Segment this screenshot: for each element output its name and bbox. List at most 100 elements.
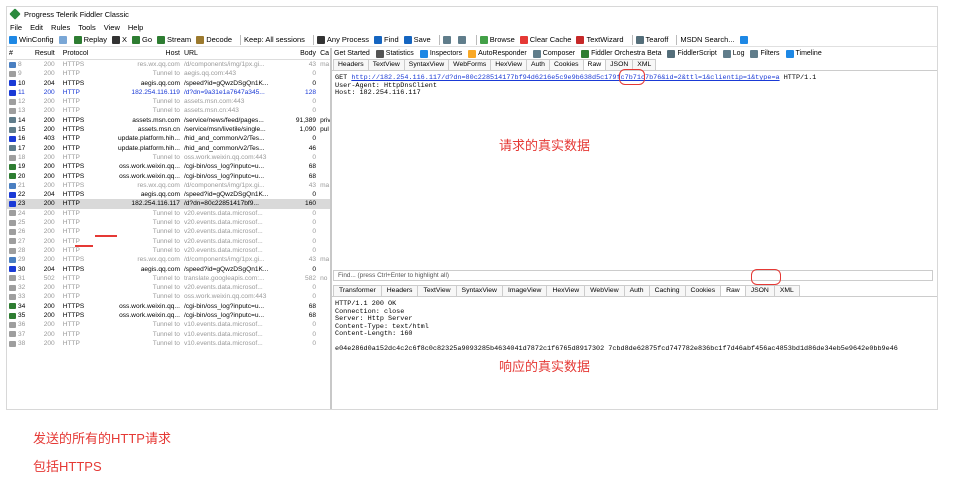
tab-timeline[interactable]: Timeline <box>785 49 822 58</box>
session-row[interactable]: 14 200 HTTPS assets.msn.com/service/news/fe… <box>7 116 330 125</box>
column-header-protocol[interactable]: Protocol <box>57 50 91 57</box>
column-header-url[interactable]: URL <box>182 50 286 57</box>
session-row[interactable]: 26 200 HTTP Tunnel to v20.events.data.micros… <box>7 227 330 236</box>
session-row[interactable]: 31 502 HTTP Tunnel to translate.googleapis.c… <box>7 274 330 283</box>
column-header-host[interactable]: Host <box>91 50 182 57</box>
session-row[interactable]: 35 200 HTTPS oss.work.weixin.qq.../cgi-bin/… <box>7 311 330 320</box>
tab-get-started[interactable]: Get Started <box>334 50 370 57</box>
menu-edit[interactable]: Edit <box>30 23 43 32</box>
toolbar-go-button[interactable]: Go <box>131 35 152 44</box>
toolbar-tearoff-button[interactable]: Tearoff <box>635 35 668 44</box>
column-header-id[interactable]: # <box>7 50 31 57</box>
toolbar-comment-button[interactable] <box>58 35 69 44</box>
toolbar-textwizard-button[interactable]: TextWizard <box>576 35 624 44</box>
session-row[interactable]: 38 200 HTTP Tunnel to v10.events.data.micros… <box>7 339 330 348</box>
response-tab-json[interactable]: JSON <box>744 285 775 296</box>
column-header-ca[interactable]: Ca <box>318 50 330 57</box>
request-tab-cookies[interactable]: Cookies <box>548 59 584 70</box>
menu-tools[interactable]: Tools <box>78 23 96 32</box>
response-tab-textview[interactable]: TextView <box>417 285 457 296</box>
response-tab-hexview[interactable]: HexView <box>546 285 586 296</box>
session-row[interactable]: 36 200 HTTP Tunnel to v10.events.data.micros… <box>7 320 330 329</box>
find-input[interactable]: Find... (press Ctrl+Enter to highlight a… <box>333 270 933 281</box>
session-body-cell: 160 <box>305 200 317 208</box>
request-tab-headers[interactable]: Headers <box>333 59 369 70</box>
tab-inspectors[interactable]: Inspectors <box>419 49 462 58</box>
request-tab-raw[interactable]: Raw <box>582 59 607 70</box>
column-header-body[interactable]: Body <box>286 50 318 57</box>
session-row[interactable]: 17 200 HTTP update.platform.hih.../hid_and_… <box>7 144 330 153</box>
toolbar-msdn-search-button[interactable]: MSDN Search... <box>680 35 734 44</box>
tab-autoresponder[interactable]: AutoResponder <box>468 49 527 58</box>
session-row[interactable]: 37 200 HTTP Tunnel to v10.events.data.micros… <box>7 330 330 339</box>
session-row[interactable]: 12 200 HTTP Tunnel to assets.msn.com:443 0 <box>7 97 330 106</box>
session-row[interactable]: 34 200 HTTPS oss.work.weixin.qq.../cgi-bin/… <box>7 302 330 311</box>
request-tab-auth[interactable]: Auth <box>525 59 550 70</box>
response-raw-view[interactable]: HTTP/1.1 200 OK Connection: close Server… <box>332 299 937 356</box>
response-tab-syntaxview[interactable]: SyntaxView <box>455 285 503 296</box>
toolbar-browse-button[interactable]: Browse <box>479 35 515 44</box>
session-row[interactable]: 19 200 HTTPS oss.work.weixin.qq.../cgi-bin/… <box>7 162 330 171</box>
session-row[interactable]: 10 204 HTTPS aegis.qq.com/speed?id=gQwzDSgQ… <box>7 79 330 88</box>
toolbar-timer-button[interactable] <box>457 35 468 44</box>
toolbar-clear-cache-button[interactable]: Clear Cache <box>519 35 571 44</box>
session-row[interactable]: 21 200 HTTPS res.wx.qq.com/d/components/img… <box>7 181 330 190</box>
toolbar-stream-button[interactable]: Stream <box>157 35 191 44</box>
tab-fiddler-orchestra-beta[interactable]: Fiddler Orchestra Beta <box>581 49 661 58</box>
session-row[interactable]: 24 200 HTTP Tunnel to v20.events.data.micros… <box>7 209 330 218</box>
script-icon <box>9 312 16 319</box>
request-tab-textview[interactable]: TextView <box>367 59 405 70</box>
response-tab-transformer[interactable]: Transformer <box>333 285 382 296</box>
response-tab-auth[interactable]: Auth <box>623 285 650 296</box>
session-row[interactable]: 22 204 HTTPS aegis.qq.com/speed?id=gQwzDSgQ… <box>7 190 330 199</box>
session-row[interactable]: 13 200 HTTP Tunnel to assets.msn.cn:443 0 <box>7 106 330 115</box>
session-row[interactable]: 23 200 HTTP 182.254.116.117/d?dn=80c2285141… <box>7 199 330 209</box>
response-tab-headers[interactable]: Headers <box>380 285 419 296</box>
request-tab-webforms[interactable]: WebForms <box>448 59 492 70</box>
tab-composer[interactable]: Composer <box>532 49 575 58</box>
session-row[interactable]: 20 200 HTTPS oss.work.weixin.qq.../cgi-bin/… <box>7 172 330 181</box>
menu-help[interactable]: Help <box>128 23 143 32</box>
session-row[interactable]: 15 200 HTTPS assets.msn.cn/service/msn/live… <box>7 125 330 134</box>
tab-statistics[interactable]: Statistics <box>375 49 414 58</box>
toolbar-x-button[interactable]: X <box>111 35 127 44</box>
session-row[interactable]: 32 200 HTTP Tunnel to v20.events.data.micros… <box>7 283 330 292</box>
column-header-result[interactable]: Result <box>31 50 57 57</box>
toolbar-save-button[interactable]: Save <box>403 35 431 44</box>
toolbar-find-button[interactable]: Find <box>374 35 399 44</box>
response-tab-raw[interactable]: Raw <box>720 285 746 296</box>
response-tab-webview[interactable]: WebView <box>584 285 625 296</box>
request-url-link[interactable]: http://182.254.116.117/d?dn=80c228514177… <box>351 74 779 82</box>
toolbar-help-button[interactable] <box>739 35 750 44</box>
menu-file[interactable]: File <box>10 23 22 32</box>
toolbar-keep-all-sessions-button[interactable]: Keep: All sessions <box>244 35 305 44</box>
session-row[interactable]: 11 200 HTTP 182.254.116.119/d?dn=9a31e1a764… <box>7 88 330 97</box>
toolbar-decode-button[interactable]: Decode <box>196 35 232 44</box>
toolbar-any-process-button[interactable]: Any Process <box>316 35 369 44</box>
tab-filters[interactable]: Filters <box>750 49 780 58</box>
menu-view[interactable]: View <box>104 23 120 32</box>
session-row[interactable]: 30 204 HTTPS aegis.qq.com/speed?id=gQwzDSgQ… <box>7 265 330 274</box>
tab-log[interactable]: Log <box>722 49 744 58</box>
tab-fiddlerscript[interactable]: FiddlerScript <box>667 49 717 58</box>
request-raw-view[interactable]: GET http://182.254.116.117/d?dn=80c22851… <box>332 73 937 245</box>
request-tab-syntaxview[interactable]: SyntaxView <box>403 59 450 70</box>
response-tab-imageview[interactable]: ImageView <box>501 285 548 296</box>
menu-rules[interactable]: Rules <box>51 23 70 32</box>
session-row[interactable]: 29 200 HTTPS res.wx.qq.com/d/components/img… <box>7 255 330 264</box>
session-row[interactable]: 27 200 HTTP Tunnel to v20.events.data.micros… <box>7 237 330 246</box>
response-tab-xml[interactable]: XML <box>773 285 800 296</box>
session-row[interactable]: 28 200 HTTP Tunnel to v20.events.data.micros… <box>7 246 330 255</box>
session-row[interactable]: 25 200 HTTP Tunnel to v20.events.data.micros… <box>7 218 330 227</box>
session-row[interactable]: 33 200 HTTP Tunnel to oss.work.weixin.qq.com… <box>7 292 330 301</box>
toolbar-snapshot-button[interactable] <box>442 35 453 44</box>
toolbar-winconfig-button[interactable]: WinConfig <box>9 35 54 44</box>
session-row[interactable]: 9 200 HTTP Tunnel to aegis.qq.com:443 0 <box>7 69 330 78</box>
session-row[interactable]: 18 200 HTTP Tunnel to oss.work.weixin.qq.com… <box>7 153 330 162</box>
session-row[interactable]: 8 200 HTTPS res.wx.qq.com/d/components/img/… <box>7 60 330 69</box>
response-tab-caching[interactable]: Caching <box>648 285 686 296</box>
response-tab-cookies[interactable]: Cookies <box>684 285 722 296</box>
session-row[interactable]: 16 403 HTTP update.platform.hih.../hid_and_… <box>7 134 330 143</box>
request-tab-hexview[interactable]: HexView <box>490 59 527 70</box>
toolbar-replay-button[interactable]: Replay <box>73 35 107 44</box>
